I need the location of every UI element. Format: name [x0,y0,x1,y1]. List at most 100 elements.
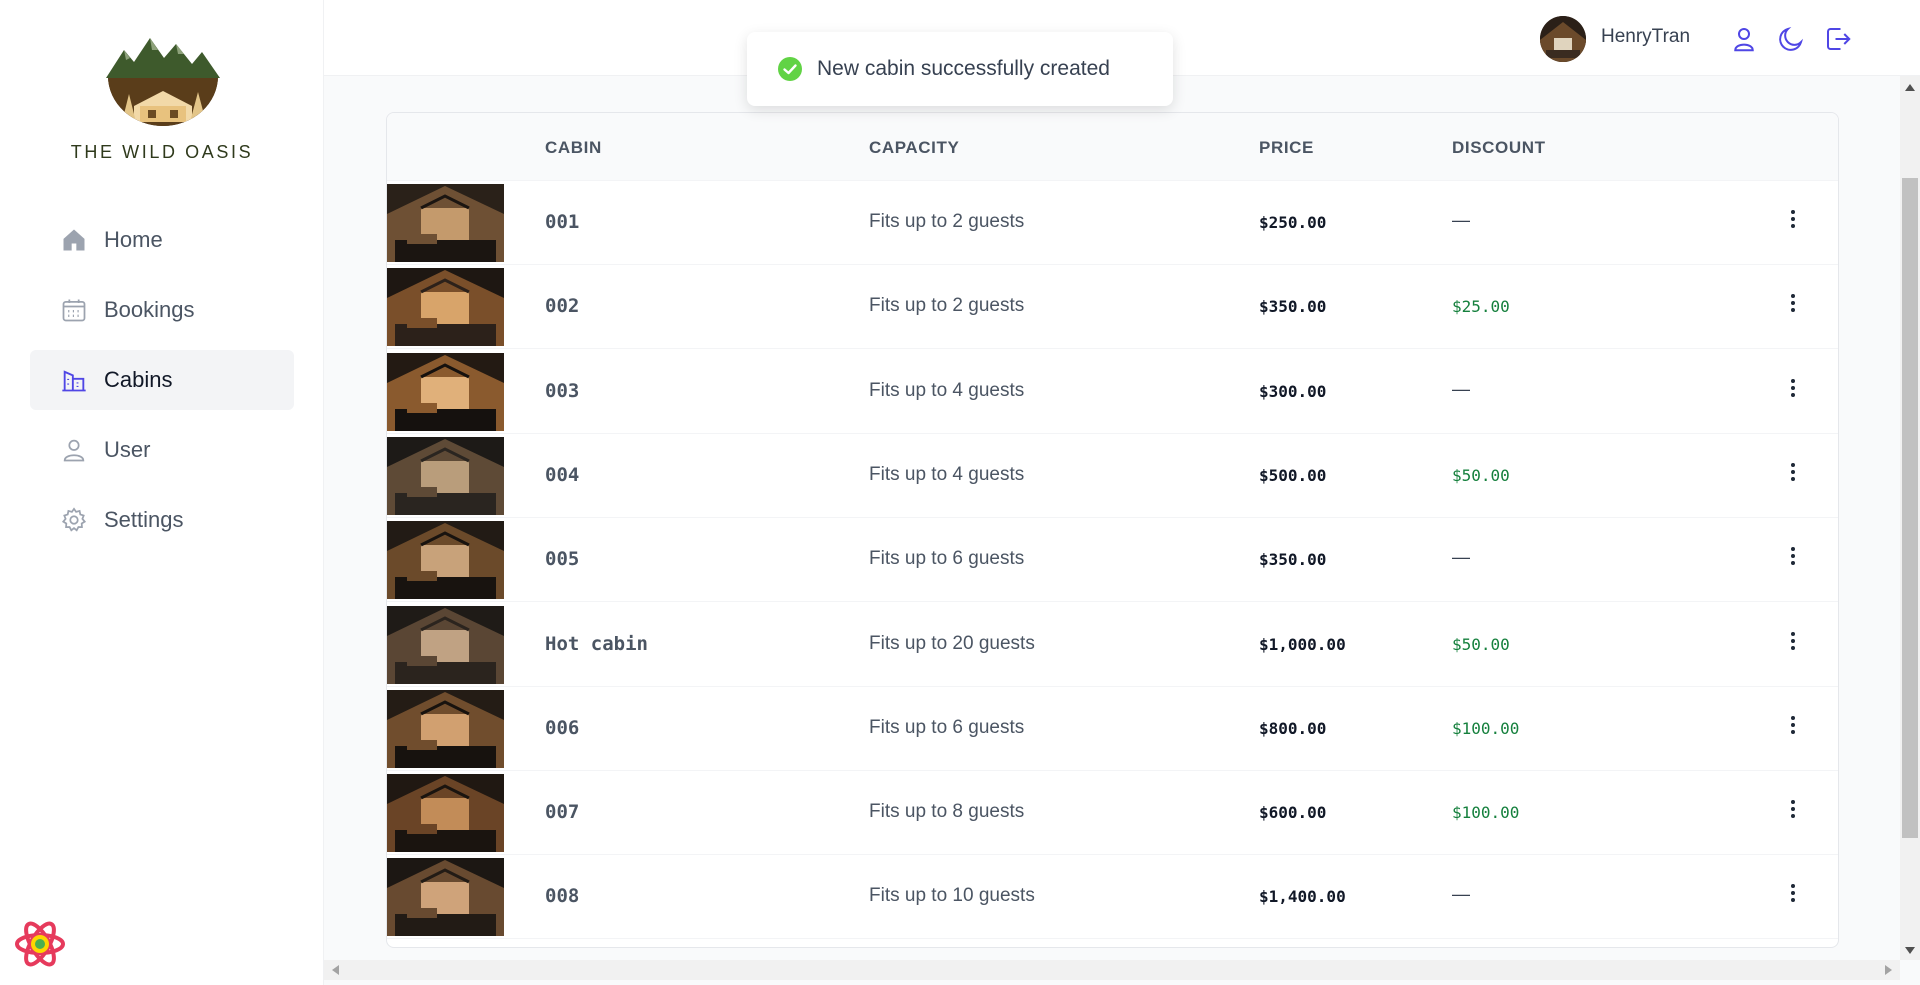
cabin-name: 001 [545,211,580,233]
row-menu-button[interactable] [1785,291,1801,321]
cabin-price: $1,400.00 [1259,887,1346,907]
kebab-dot [1791,898,1795,903]
kebab-dot [1791,554,1795,559]
cabin-name: 006 [545,716,580,739]
cabin-discount: $100.00 [1452,718,1520,738]
dark-mode-toggle[interactable] [1776,24,1806,54]
kebab-dot [1791,645,1795,650]
cabin-thumbnail [387,521,504,600]
check-circle-icon [778,57,802,81]
kebab-dot [1791,308,1795,313]
row-menu-button[interactable] [1785,629,1801,659]
row-menu-button[interactable] [1785,207,1801,237]
row-menu-button[interactable] [1785,797,1801,827]
table-row: 005 Fits up to 6 guests $350.00 — [387,518,1838,603]
sidebar-item-bookings[interactable]: Bookings [30,280,294,340]
table-row: 004 Fits up to 4 guests $500.00 $50.00 [387,434,1838,518]
cabin-thumbnail [387,774,504,853]
sidebar-item-label: Settings [104,507,184,532]
table-row: 008 Fits up to 10 guests $1,400.00 — [387,855,1838,940]
cabin-price: $1,000.00 [1259,634,1346,654]
cabin-capacity: Fits up to 20 guests [869,632,1035,654]
username: HenryTran [1601,26,1691,47]
kebab-dot [1791,807,1795,812]
brand-name: THE WILD OASIS [70,142,254,162]
cabin-capacity: Fits up to 6 guests [869,548,1025,570]
cabin-price: $600.00 [1259,803,1327,823]
sidebar-item-settings[interactable]: Settings [30,490,294,550]
moon-icon [1779,26,1804,51]
horizontal-scrollbar[interactable] [324,960,1900,980]
cabin-name: 004 [545,463,580,486]
cabin-price: $350.00 [1259,297,1327,317]
cabin-thumbnail [387,689,504,768]
cabin-price: $300.00 [1259,381,1327,401]
calendar-icon [60,296,88,324]
cabin-thumbnail [387,436,504,515]
column-header-cabin: CABIN [545,138,602,157]
sidebar: THE WILD OASIS Home Bookings Cabins User… [0,0,324,985]
scroll-down-arrow[interactable] [1905,947,1915,954]
cabin-capacity: Fits up to 4 guests [869,463,1025,485]
row-menu-button[interactable] [1785,460,1801,490]
column-header-price: PRICE [1259,138,1314,157]
react-query-devtools-button[interactable] [14,918,66,970]
row-menu-button[interactable] [1785,544,1801,574]
cabin-capacity: Fits up to 2 guests [869,295,1025,317]
cabin-discount: — [1452,884,1470,905]
success-toast: New cabin successfully created [747,32,1173,106]
cabins-table: CABIN CAPACITY PRICE DISCOUNT 001 Fits up… [386,112,1839,948]
table-row: 002 Fits up to 2 guests $350.00 $25.00 [387,265,1838,350]
kebab-dot [1791,715,1795,720]
kebab-dot [1791,638,1795,643]
cabin-thumbnail [387,184,504,262]
row-menu-button[interactable] [1785,881,1801,911]
kebab-dot [1791,224,1795,228]
kebab-dot [1791,722,1795,727]
kebab-dot [1791,547,1795,552]
cabin-name: 008 [545,885,580,908]
scroll-up-arrow[interactable] [1905,84,1915,91]
row-menu-button[interactable] [1785,376,1801,406]
row-menu-button[interactable] [1785,713,1801,743]
kebab-dot [1791,385,1795,390]
user-icon [60,436,88,464]
buildings-icon [60,366,88,394]
cabin-capacity: Fits up to 10 guests [869,885,1035,907]
cabin-name: 005 [545,548,580,571]
table-row: 007 Fits up to 8 guests $600.00 $100.00 [387,771,1838,856]
gear-icon [60,506,88,534]
cabin-name: 007 [545,801,580,824]
sidebar-item-cabins[interactable]: Cabins [30,350,294,410]
kebab-dot [1791,462,1795,467]
kebab-dot [1791,884,1795,889]
scroll-left-arrow[interactable] [332,965,339,975]
sidebar-item-label: User [104,437,151,462]
kebab-dot [1791,800,1795,805]
account-button[interactable] [1729,24,1759,54]
cabin-thumbnail [387,352,504,431]
column-header-capacity: CAPACITY [869,138,960,157]
cabin-capacity: Fits up to 4 guests [869,379,1025,401]
sidebar-item-user[interactable]: User [30,420,294,480]
vertical-scrollbar[interactable] [1900,76,1920,960]
app-root: THE WILD OASIS Home Bookings Cabins User… [0,0,1920,985]
cabin-name: 003 [545,379,580,402]
table-row: 003 Fits up to 4 guests $300.00 — [387,350,1838,434]
cabin-discount: $25.00 [1452,297,1510,317]
kebab-dot [1791,301,1795,306]
cabin-price: $350.00 [1259,550,1327,570]
logout-icon [1827,28,1851,50]
brand-logo [104,36,222,126]
logout-button[interactable] [1823,24,1853,54]
kebab-dot [1791,561,1795,566]
scrollbar-thumb[interactable] [1902,178,1918,838]
kebab-dot [1791,891,1795,896]
toast-message: New cabin successfully created [817,57,1110,80]
sidebar-item-home[interactable]: Home [30,210,294,270]
scroll-right-arrow[interactable] [1885,965,1892,975]
avatar [1540,16,1586,62]
kebab-dot [1791,631,1795,636]
cabin-discount: — [1452,378,1470,399]
kebab-dot [1791,378,1795,383]
